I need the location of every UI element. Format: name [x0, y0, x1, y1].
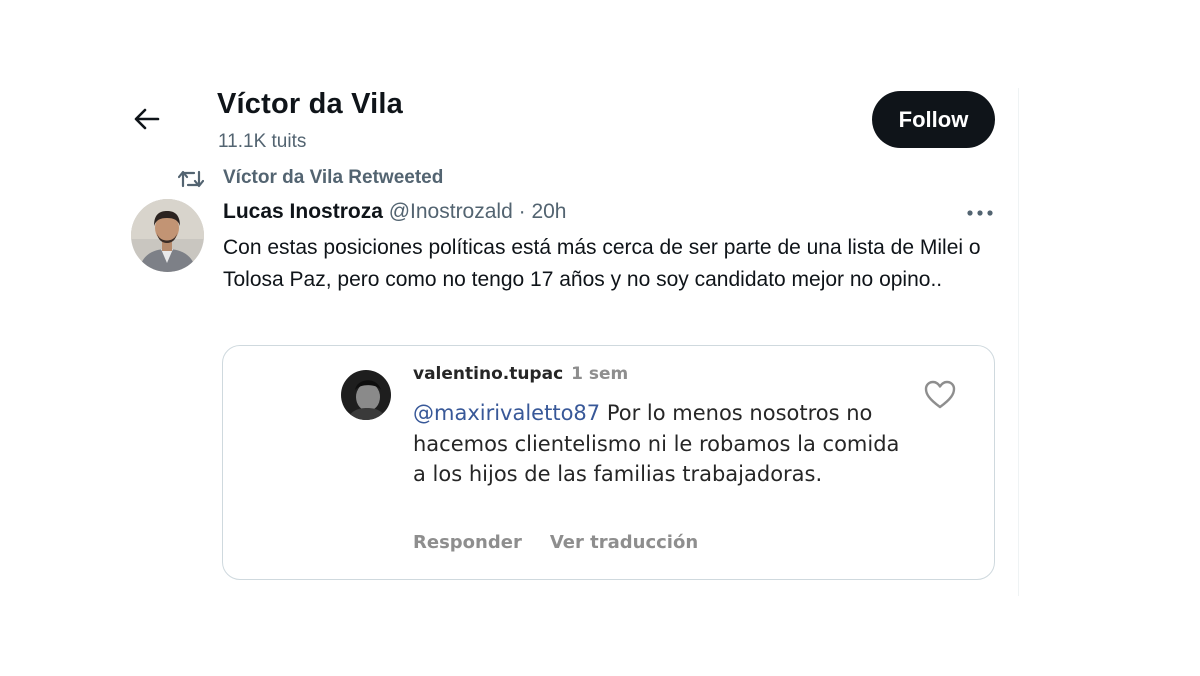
comment-actions: Responder Ver traducción	[413, 532, 698, 553]
tweet-header: Lucas Inostroza @Inostrozald · 20h	[223, 200, 567, 224]
author-name[interactable]: Lucas Inostroza	[223, 200, 383, 223]
back-button[interactable]	[128, 100, 166, 138]
retweet-label[interactable]: Víctor da Vila Retweeted	[223, 167, 443, 189]
more-dots-icon	[967, 210, 993, 216]
arrow-left-icon	[134, 108, 160, 130]
tweet-count: 11.1K tuits	[218, 131, 307, 152]
comment-mention: @maxirivaletto87	[413, 401, 601, 425]
reply-link: Responder	[413, 532, 522, 553]
comment-time: 1 sem	[571, 364, 629, 384]
author-avatar[interactable]	[131, 199, 204, 272]
follow-button[interactable]: Follow	[872, 91, 995, 148]
profile-name: Víctor da Vila	[217, 88, 404, 120]
tweet-text: Con estas posiciones políticas está más …	[223, 236, 981, 291]
comment-header: valentino.tupac 1 sem	[413, 362, 628, 384]
comment-avatar-photo	[341, 370, 391, 420]
avatar-photo	[131, 199, 204, 272]
more-options-button[interactable]	[964, 202, 996, 224]
heart-outline-icon	[924, 380, 956, 409]
tweet-time[interactable]: 20h	[531, 200, 566, 223]
retweet-icon	[178, 170, 204, 188]
separator-dot: ·	[518, 200, 526, 223]
author-handle[interactable]: @Inostrozald	[389, 200, 513, 223]
column-divider	[1018, 88, 1019, 596]
comment-username: valentino.tupac	[413, 364, 564, 384]
embedded-image-card[interactable]: valentino.tupac 1 sem @maxirivaletto87 Po…	[222, 345, 995, 580]
comment-text: @maxirivaletto87 Por lo menos nosotros n…	[413, 398, 913, 490]
comment-avatar	[341, 370, 391, 420]
see-translation-link: Ver traducción	[549, 532, 699, 553]
